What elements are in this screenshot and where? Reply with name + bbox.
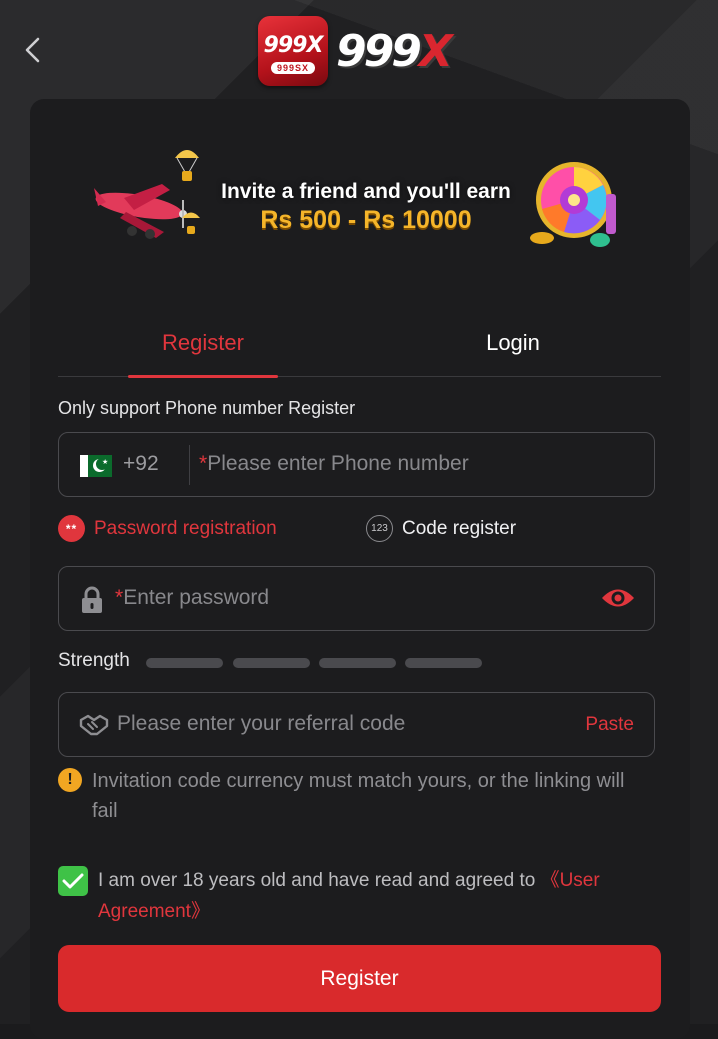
phone-placeholder[interactable]: *Please enter Phone number: [199, 452, 469, 476]
password-registration-option[interactable]: ** Password registration: [58, 515, 277, 542]
top-bar: 999X 999SX 999X: [0, 0, 718, 100]
register-button[interactable]: Register: [58, 945, 661, 1012]
brand-logo-x: X: [418, 26, 453, 77]
strength-bar: [146, 658, 223, 668]
password-strength: Strength: [58, 650, 658, 674]
strength-bar: [319, 658, 396, 668]
banner-headline: Invite a friend and you'll earn: [221, 180, 511, 203]
paste-button[interactable]: Paste: [585, 714, 634, 736]
prize-wheel-icon: [530, 162, 616, 247]
agreement-checkbox[interactable]: [58, 866, 88, 896]
referral-code-field[interactable]: Please enter your referral code Paste: [58, 692, 655, 757]
back-arrow-icon: [25, 37, 40, 63]
phone-placeholder-text: Please enter Phone number: [207, 452, 469, 475]
app-icon-text: 999X: [263, 32, 324, 58]
agreement-text: I am over 18 years old and have read and…: [98, 865, 658, 927]
app-icon: 999X 999SX: [258, 16, 328, 86]
app-icon-subtext: 999SX: [270, 61, 316, 74]
phone-field[interactable]: ★ +92 *Please enter Phone number: [58, 432, 655, 497]
pakistan-flag-icon[interactable]: ★: [80, 455, 112, 477]
registration-mode-selector: ** Password registration 123 Code regist…: [58, 515, 658, 549]
password-placeholder[interactable]: *Enter password: [115, 586, 269, 610]
handshake-icon: [79, 714, 109, 736]
brand-logo: 999X: [336, 26, 453, 78]
required-mark: *: [115, 586, 124, 609]
code-register-label: Code register: [402, 517, 517, 539]
referral-placeholder[interactable]: Please enter your referral code: [117, 712, 405, 736]
code-mode-icon: 123: [366, 515, 393, 542]
eye-icon[interactable]: [600, 585, 636, 611]
coin-parachute-icon: [175, 150, 199, 181]
phone-support-hint: Only support Phone number Register: [58, 398, 356, 418]
brand-logo-number: 999: [336, 26, 422, 77]
password-placeholder-text: Enter password: [123, 586, 270, 609]
checkmark-icon: [62, 873, 84, 889]
code-register-option[interactable]: 123 Code register: [366, 515, 516, 542]
field-divider: [189, 445, 190, 485]
auth-tabs: Register Login: [58, 310, 661, 378]
tab-login[interactable]: Login: [438, 310, 588, 376]
strength-label: Strength: [58, 650, 130, 671]
invite-banner[interactable]: Invite a friend and you'll earn Rs 500 -…: [84, 140, 634, 255]
strength-bar: [405, 658, 482, 668]
banner-reward: Rs 500 - Rs 10000: [260, 206, 472, 234]
password-mode-icon: **: [58, 515, 85, 542]
warning-text: Invitation code currency must match your…: [92, 770, 625, 822]
password-field[interactable]: *Enter password: [58, 566, 655, 631]
password-registration-label: Password registration: [94, 517, 277, 539]
tab-register[interactable]: Register: [128, 310, 278, 376]
required-mark: *: [199, 452, 208, 475]
banner-text: Invite a friend and you'll earn Rs 500 -…: [196, 180, 536, 235]
lock-icon: [82, 586, 102, 613]
back-button[interactable]: [14, 30, 50, 70]
country-code[interactable]: +92: [123, 452, 159, 476]
agreement-statement: I am over 18 years old and have read and…: [98, 870, 541, 891]
strength-bar: [233, 658, 310, 668]
active-tab-indicator: [128, 375, 278, 378]
warning-icon: !: [58, 768, 82, 792]
